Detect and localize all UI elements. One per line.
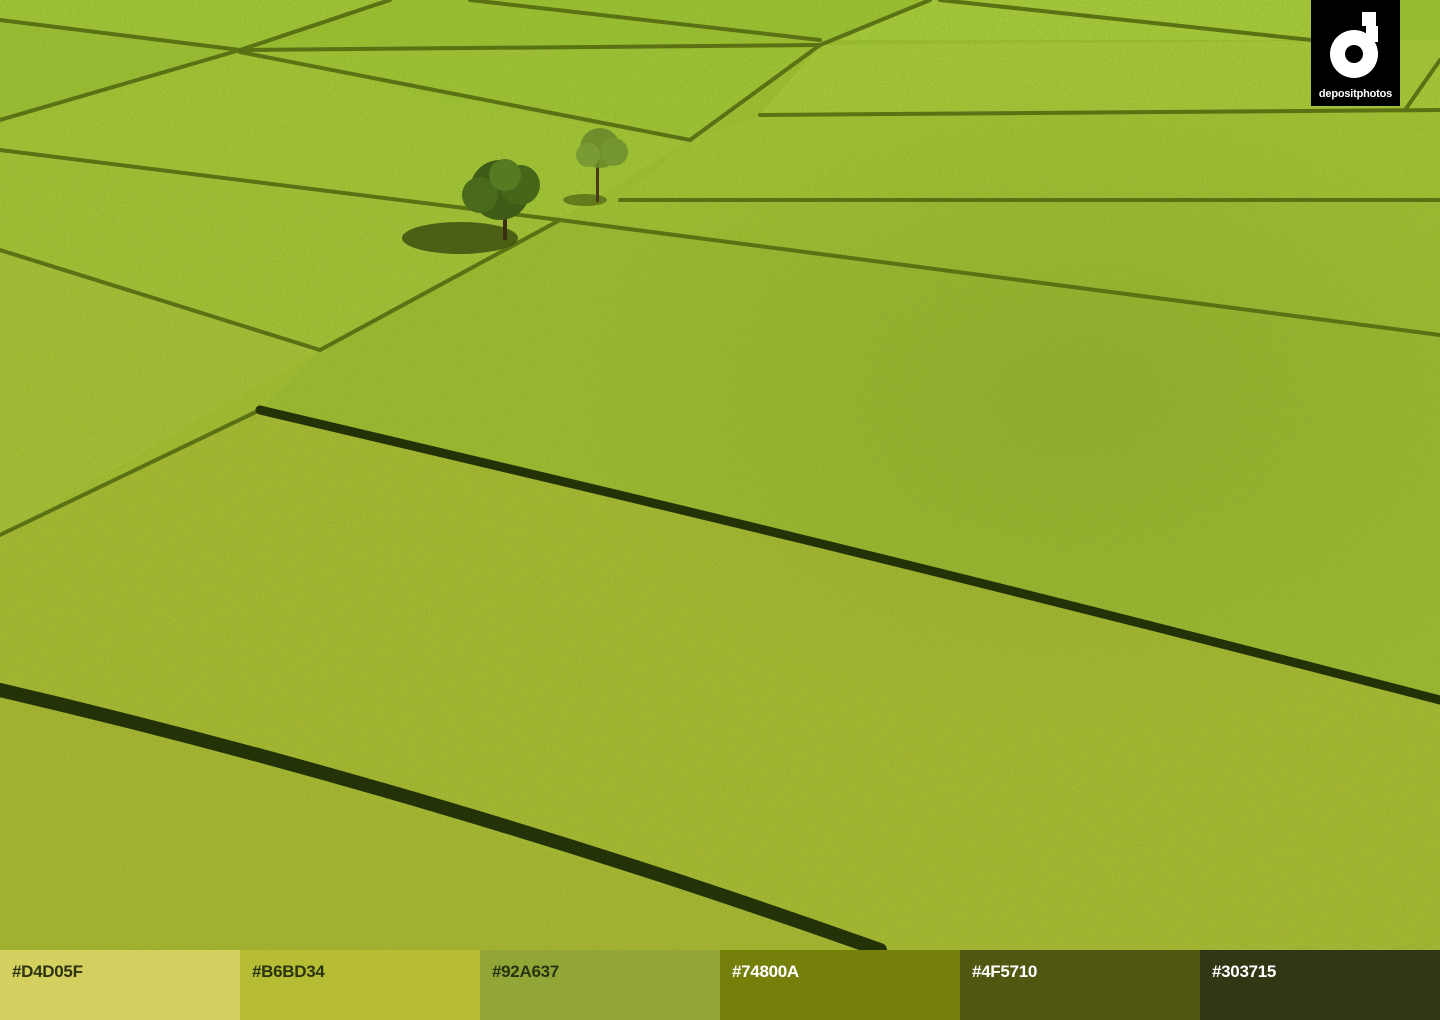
palette-swatch: #303715 — [1200, 950, 1440, 1020]
swatch-hex-label: #D4D05F — [12, 962, 83, 981]
rice-field-illustration — [0, 0, 1440, 950]
swatch-hex-label: #74800A — [732, 962, 799, 981]
swatch-hex-label: #4F5710 — [972, 962, 1038, 981]
palette-swatch: #74800A — [720, 950, 960, 1020]
palette-swatch: #B6BD34 — [240, 950, 480, 1020]
image-canvas: depositphotos #D4D05F #B6BD34 #92A637 #7… — [0, 0, 1440, 1020]
swatch-hex-label: #92A637 — [492, 962, 559, 981]
swatch-hex-label: #B6BD34 — [252, 962, 325, 981]
palette-swatch: #4F5710 — [960, 950, 1200, 1020]
palette-swatch: #D4D05F — [0, 950, 240, 1020]
rice-field-photo — [0, 0, 1440, 950]
color-palette: #D4D05F #B6BD34 #92A637 #74800A #4F5710 … — [0, 950, 1440, 1020]
tree-shadow — [402, 222, 518, 254]
depositphotos-watermark: depositphotos — [1311, 0, 1400, 106]
depositphotos-logo-icon — [1330, 12, 1378, 78]
tree-shadow — [563, 194, 607, 206]
watermark-brand-text: depositphotos — [1318, 88, 1393, 100]
palette-swatch: #92A637 — [480, 950, 720, 1020]
swatch-hex-label: #303715 — [1212, 962, 1277, 981]
